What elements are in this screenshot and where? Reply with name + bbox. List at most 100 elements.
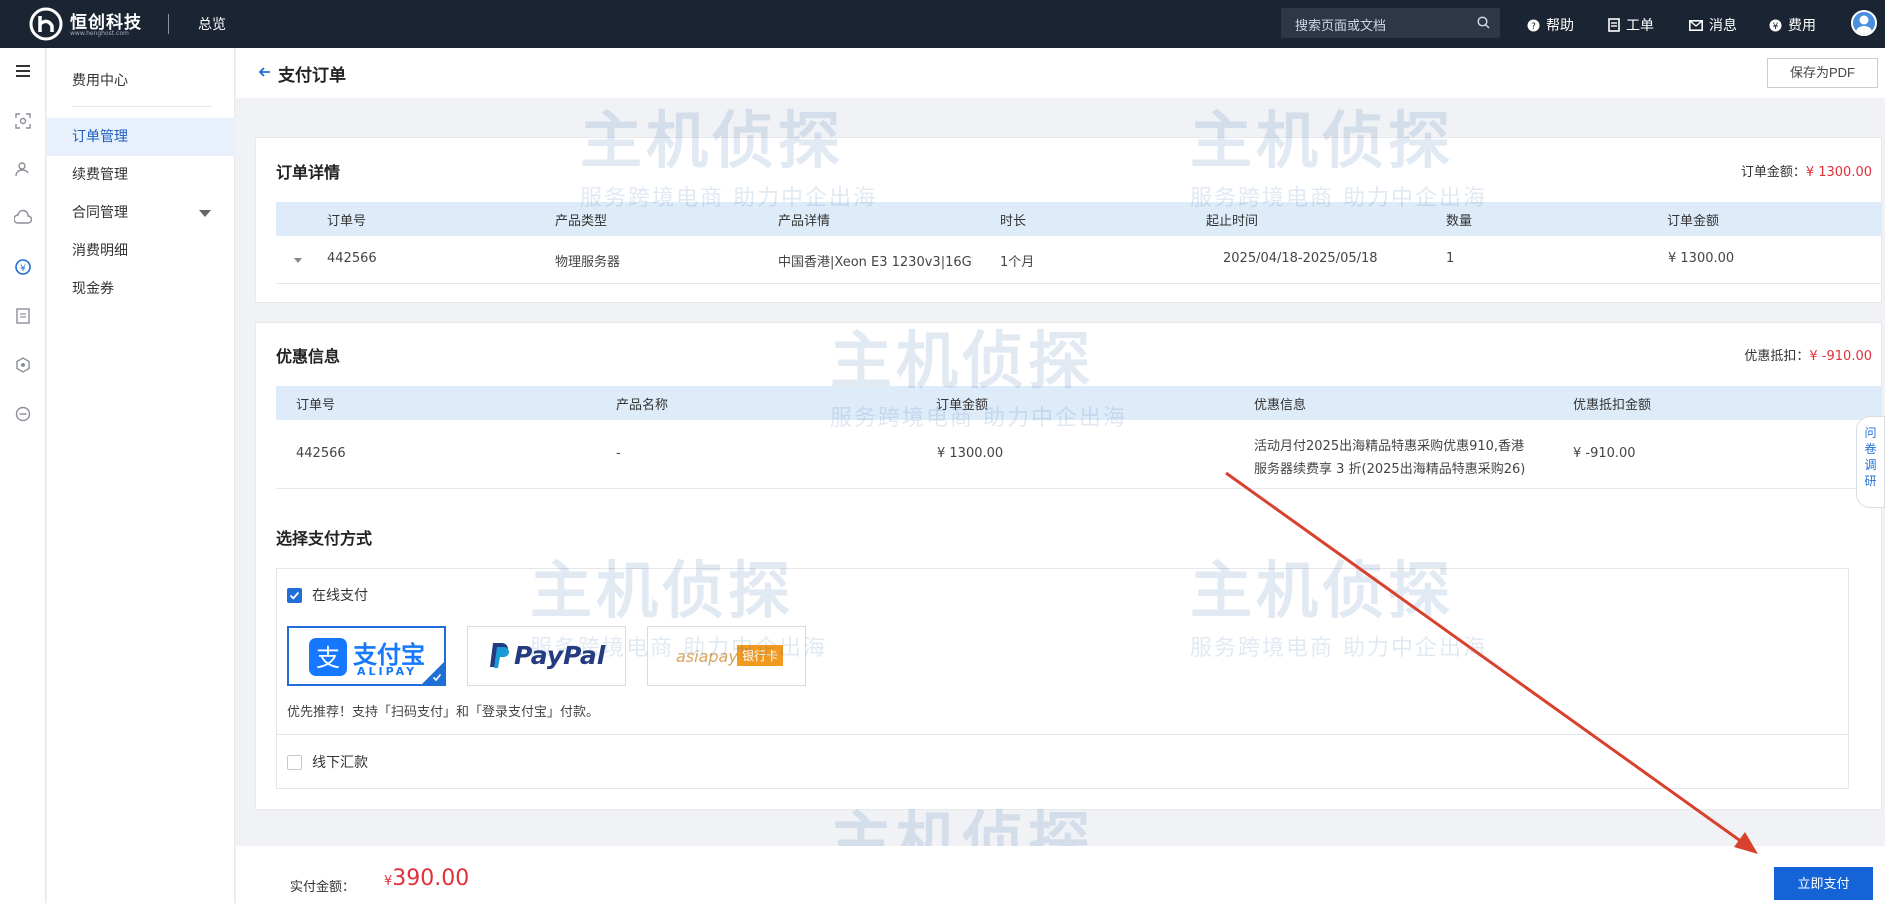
user-manage-icon[interactable] <box>14 160 32 178</box>
asiapay-option[interactable]: asiapay 银行卡 <box>647 626 806 686</box>
menu-icon[interactable] <box>14 62 32 80</box>
offline-payment-checkbox[interactable] <box>287 755 302 770</box>
paypal-text: PayPal <box>514 641 606 670</box>
cell-order-amount: ¥ 1300.00 <box>937 446 1004 461</box>
nav-ticket[interactable]: 工单 <box>1608 15 1654 35</box>
discount-title: 优惠信息 <box>276 347 341 366</box>
online-payment-box: 在线支付 支 支付宝 ALIPAY PayPal asiapay 银行卡 优先推… <box>276 568 1849 735</box>
divider <box>276 283 1881 284</box>
online-payment-label[interactable]: 在线支付 <box>312 585 368 605</box>
order-table-header: 订单号 产品类型 产品详情 时长 起止时间 数量 订单金额 <box>276 202 1881 236</box>
online-payment-checkbox[interactable] <box>287 588 302 603</box>
col-order-amount: 订单金额 <box>936 398 989 413</box>
document-icon[interactable] <box>14 307 32 325</box>
col-order-amount: 订单金额 <box>1667 214 1720 229</box>
nav-billing[interactable]: ¥ 费用 <box>1769 15 1816 35</box>
nav-help[interactable]: ? 帮助 <box>1527 15 1574 35</box>
divider <box>72 106 212 107</box>
col-period: 起止时间 <box>1206 214 1259 229</box>
selected-check-icon <box>432 673 442 682</box>
col-product-type: 产品类型 <box>555 214 608 229</box>
user-icon <box>1856 15 1872 34</box>
col-product-detail: 产品详情 <box>778 214 831 229</box>
pay-amount-value: 390.00 <box>392 866 470 891</box>
survey-label: 问卷调研 <box>1864 426 1877 488</box>
divider <box>168 14 169 34</box>
cell-product-name: - <box>616 446 621 461</box>
submenu-item-renewals[interactable]: 续费管理 <box>47 156 235 194</box>
cell-order-amount: ¥ 1300.00 <box>1668 251 1735 266</box>
submenu-item-orders[interactable]: 订单管理 <box>47 118 235 156</box>
order-amount-summary: 订单金额：¥ 1300.00 <box>1741 161 1872 180</box>
scan-icon[interactable] <box>14 112 32 130</box>
payment-title: 选择支付方式 <box>276 529 373 548</box>
cloud-icon[interactable] <box>14 209 32 227</box>
col-duration: 时长 <box>1000 214 1027 229</box>
svg-text:支: 支 <box>316 644 340 672</box>
submenu-title: 费用中心 <box>72 73 128 89</box>
order-detail-card: 订单详情 订单金额：¥ 1300.00 订单号 产品类型 产品详情 时长 起止时… <box>255 137 1882 303</box>
survey-tab[interactable]: 问卷调研 <box>1856 416 1885 508</box>
expand-caret-icon[interactable] <box>294 258 302 264</box>
pay-amount: ¥390.00 <box>384 866 469 891</box>
asiapay-text: asiapay <box>676 647 738 666</box>
cell-discount-info-line1: 活动月付2025出海精品特惠采购优惠910,香港 <box>1254 439 1525 454</box>
overview-link[interactable]: 总览 <box>198 14 226 34</box>
nav-help-label: 帮助 <box>1546 18 1574 34</box>
cell-duration: 1个月 <box>1000 255 1035 270</box>
bank-card-badge: 银行卡 <box>737 645 784 666</box>
help-icon: ? <box>1527 19 1540 32</box>
nav-ticket-label: 工单 <box>1626 18 1654 34</box>
discount-amount-value: ¥ -910.00 <box>1809 349 1872 364</box>
alipay-icon: 支 <box>309 638 347 676</box>
caret-down-icon[interactable] <box>199 210 211 217</box>
col-discount-info: 优惠信息 <box>1254 398 1307 413</box>
billing-active-icon[interactable]: ¥ <box>14 258 32 276</box>
back-arrow-icon[interactable] <box>258 65 272 79</box>
divider <box>276 488 1881 489</box>
submenu-item-vouchers[interactable]: 现金券 <box>47 270 235 308</box>
nav-messages-label: 消息 <box>1709 18 1737 34</box>
search-input[interactable]: 搜索页面或文档 <box>1281 8 1500 38</box>
col-order-no: 订单号 <box>327 214 367 229</box>
search-placeholder: 搜索页面或文档 <box>1295 19 1387 34</box>
col-product-name: 产品名称 <box>616 398 669 413</box>
col-order-no: 订单号 <box>296 398 336 413</box>
security-icon[interactable] <box>14 356 32 374</box>
svg-text:?: ? <box>1531 22 1536 32</box>
cell-order-no: 442566 <box>296 446 346 461</box>
payment-footer: 实付金额： ¥390.00 立即支付 <box>236 846 1885 903</box>
submenu-item-contracts-label: 合同管理 <box>72 205 128 221</box>
col-deduction: 优惠抵扣金额 <box>1573 398 1652 413</box>
search-icon[interactable] <box>1477 16 1490 29</box>
submenu-item-contracts[interactable]: 合同管理 <box>47 194 235 232</box>
submenu-item-consumption[interactable]: 消费明细 <box>47 232 235 270</box>
cell-order-no: 442566 <box>327 251 377 266</box>
user-avatar[interactable] <box>1851 10 1877 36</box>
pay-now-button[interactable]: 立即支付 <box>1774 867 1873 900</box>
check-icon <box>289 591 300 600</box>
alipay-sub: ALIPAY <box>357 665 418 678</box>
brand-logo[interactable] <box>28 6 64 42</box>
offline-payment-label[interactable]: 线下汇款 <box>312 752 368 772</box>
support-icon[interactable] <box>14 405 32 423</box>
page-title: 支付订单 <box>278 66 346 86</box>
yen-icon: ¥ <box>1769 19 1782 32</box>
discount-amount-summary: 优惠抵扣：¥ -910.00 <box>1744 345 1872 364</box>
pay-amount-label: 实付金额： <box>290 880 356 895</box>
cell-quantity: 1 <box>1446 251 1455 266</box>
paypal-option[interactable]: PayPal <box>467 626 626 686</box>
top-bar: 恒创科技 www.henghost.com 总览 搜索页面或文档 ? 帮助 工单… <box>0 0 1885 48</box>
svg-text:¥: ¥ <box>20 264 26 274</box>
save-pdf-button[interactable]: 保存为PDF <box>1767 58 1878 88</box>
svg-text:¥: ¥ <box>1773 22 1779 32</box>
order-detail-title: 订单详情 <box>276 163 341 182</box>
order-amount-value: ¥ 1300.00 <box>1805 165 1872 180</box>
nav-messages[interactable]: 消息 <box>1689 15 1737 35</box>
brand-url: www.henghost.com <box>70 30 129 37</box>
cell-deduction: ¥ -910.00 <box>1573 446 1636 461</box>
cell-product-detail: 中国香港|Xeon E3 1230v3|16GI <box>778 255 973 270</box>
icon-rail: ¥ <box>0 48 46 903</box>
billing-submenu: 费用中心 订单管理 续费管理 合同管理 消费明细 现金券 <box>47 48 235 903</box>
alipay-option[interactable]: 支 支付宝 ALIPAY <box>287 626 446 686</box>
